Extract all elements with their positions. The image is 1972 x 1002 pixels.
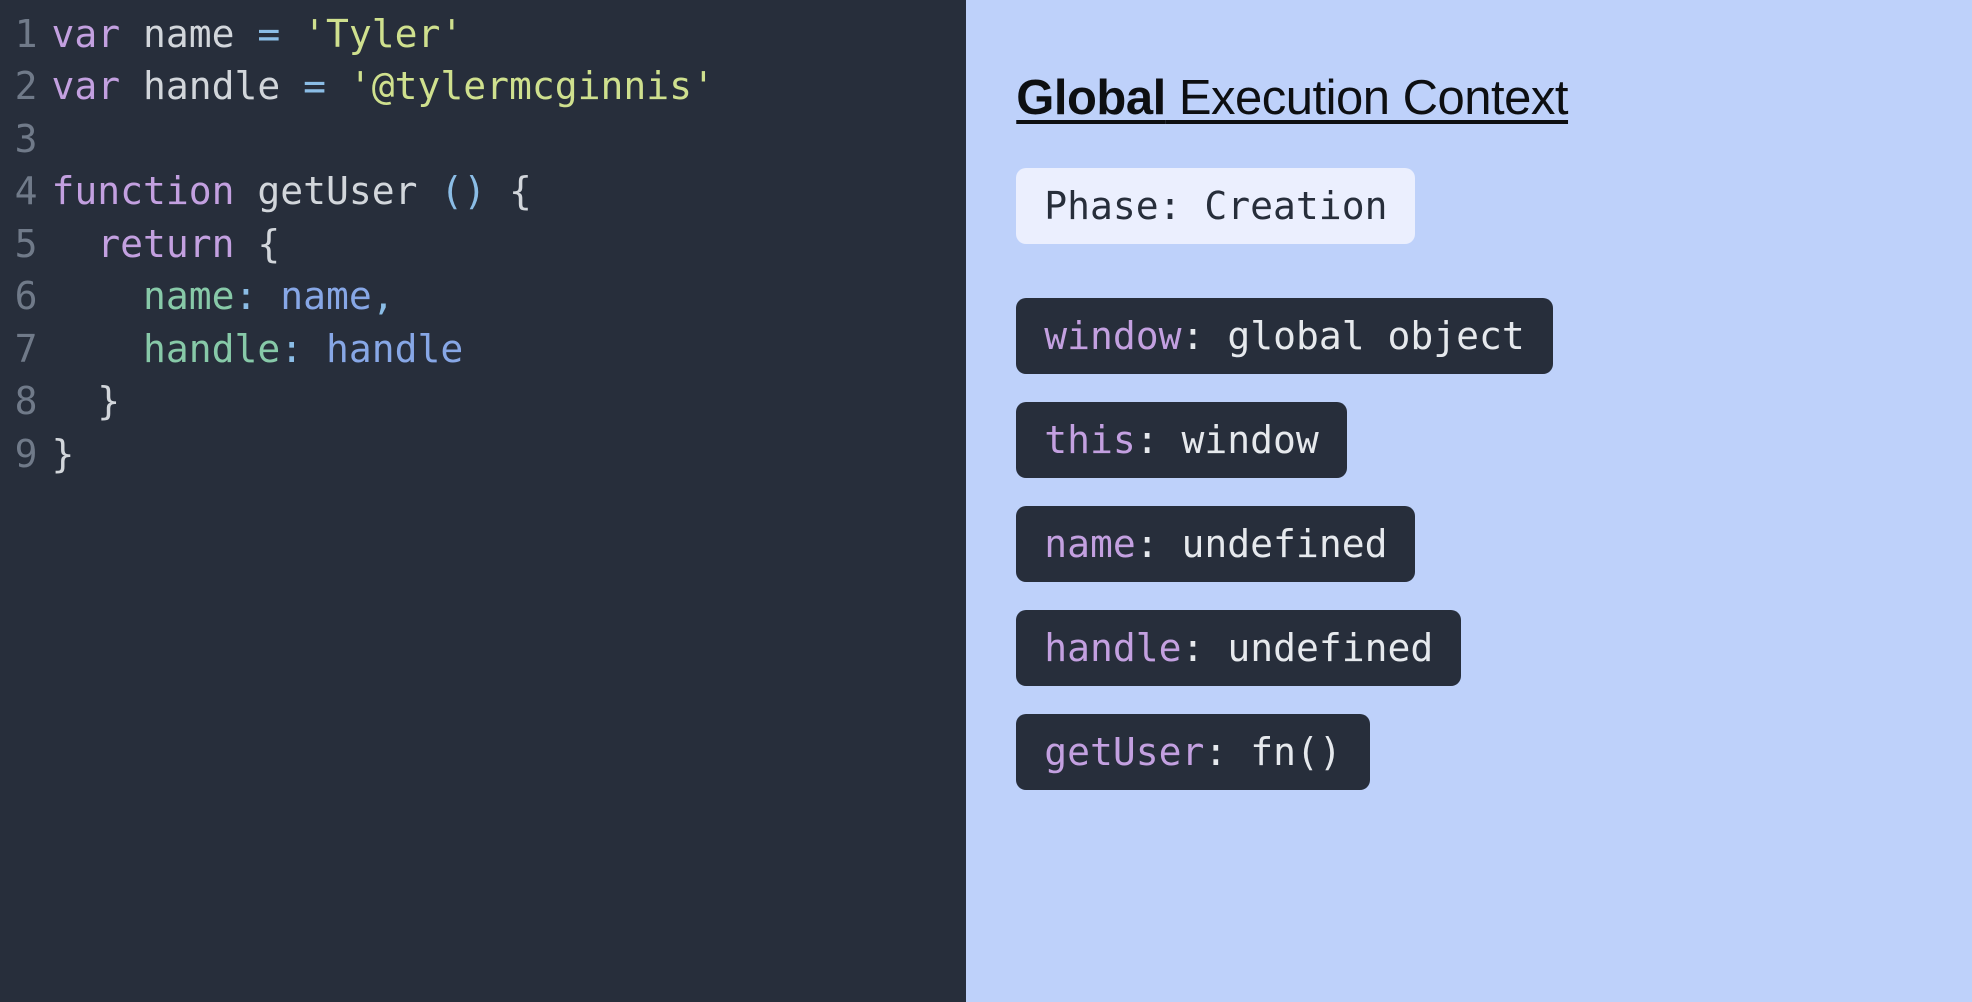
- code-line: 7 handle: handle: [10, 323, 966, 375]
- code-token: handle: [326, 327, 463, 371]
- code-token: handle: [143, 327, 280, 371]
- line-number: 7: [10, 323, 37, 375]
- code-token: =: [303, 64, 349, 108]
- context-title-bold: Global: [1016, 71, 1165, 125]
- binding-row: window: global object: [1016, 298, 1932, 402]
- binding-pill: window: global object: [1016, 298, 1552, 374]
- code-token: [51, 274, 143, 318]
- bindings-list: window: global object this: window name: u…: [1016, 298, 1932, 818]
- binding-value: fn(): [1250, 730, 1342, 774]
- binding-colon: :: [1182, 626, 1228, 670]
- code-token: getUser: [234, 169, 440, 213]
- line-number: 5: [10, 218, 37, 270]
- code-token: handle: [120, 64, 303, 108]
- code-line: 6 name: name,: [10, 270, 966, 322]
- code-line: 3: [10, 113, 966, 165]
- line-number: 4: [10, 165, 37, 217]
- binding-key: handle: [1044, 626, 1181, 670]
- binding-row: handle: undefined: [1016, 610, 1932, 714]
- execution-context-panel: Global Execution Context Phase: Creation…: [966, 0, 1972, 1002]
- binding-colon: :: [1182, 314, 1228, 358]
- code-token: :: [234, 274, 280, 318]
- binding-row: getUser: fn(): [1016, 714, 1932, 818]
- binding-pill: name: undefined: [1016, 506, 1415, 582]
- code-token: return: [97, 222, 234, 266]
- binding-colon: :: [1136, 522, 1182, 566]
- code-line: 8 }: [10, 375, 966, 427]
- binding-colon: :: [1204, 730, 1250, 774]
- code-token: (): [440, 169, 486, 213]
- code-token: =: [257, 12, 303, 56]
- code-editor: 1 var name = 'Tyler' 2 var handle = '@tyler…: [0, 0, 966, 1002]
- context-title: Global Execution Context: [1016, 70, 1932, 126]
- code-token: name: [120, 12, 257, 56]
- line-number: 1: [10, 8, 37, 60]
- code-token: '@tylermcginnis': [349, 64, 715, 108]
- line-number: 9: [10, 428, 37, 480]
- phase-label: Phase:: [1044, 184, 1204, 228]
- binding-key: name: [1044, 522, 1136, 566]
- code-line: 5 return {: [10, 218, 966, 270]
- binding-row: this: window: [1016, 402, 1932, 506]
- binding-key: window: [1044, 314, 1181, 358]
- phase-badge: Phase: Creation: [1016, 168, 1415, 244]
- code-token: var: [51, 64, 120, 108]
- code-token: {: [235, 222, 281, 266]
- binding-value: global object: [1227, 314, 1524, 358]
- code-line: 2 var handle = '@tylermcginnis': [10, 60, 966, 112]
- binding-pill: this: window: [1016, 402, 1347, 478]
- code-line: 4 function getUser () {: [10, 165, 966, 217]
- code-token: function: [51, 169, 234, 213]
- code-token: var: [51, 12, 120, 56]
- binding-key: getUser: [1044, 730, 1204, 774]
- line-number: 3: [10, 113, 37, 165]
- code-line: 1 var name = 'Tyler': [10, 8, 966, 60]
- code-token: ,: [372, 274, 395, 318]
- binding-key: this: [1044, 418, 1136, 462]
- binding-pill: handle: undefined: [1016, 610, 1461, 686]
- binding-value: undefined: [1182, 522, 1388, 566]
- code-token: [51, 327, 143, 371]
- code-token: name: [143, 274, 235, 318]
- binding-value: undefined: [1227, 626, 1433, 670]
- code-token: {: [486, 169, 532, 213]
- line-number: 8: [10, 375, 37, 427]
- code-token: :: [280, 327, 326, 371]
- line-number: 2: [10, 60, 37, 112]
- code-token: 'Tyler': [303, 12, 463, 56]
- phase-value: Creation: [1204, 184, 1387, 228]
- code-token: name: [280, 274, 372, 318]
- code-token: }: [51, 379, 120, 423]
- binding-value: window: [1182, 418, 1319, 462]
- binding-row: name: undefined: [1016, 506, 1932, 610]
- code-token: }: [51, 432, 74, 476]
- code-line: 9}: [10, 428, 966, 480]
- code-token: [51, 222, 97, 266]
- binding-colon: :: [1136, 418, 1182, 462]
- binding-pill: getUser: fn(): [1016, 714, 1369, 790]
- context-title-rest: Execution Context: [1166, 71, 1568, 125]
- line-number: 6: [10, 270, 37, 322]
